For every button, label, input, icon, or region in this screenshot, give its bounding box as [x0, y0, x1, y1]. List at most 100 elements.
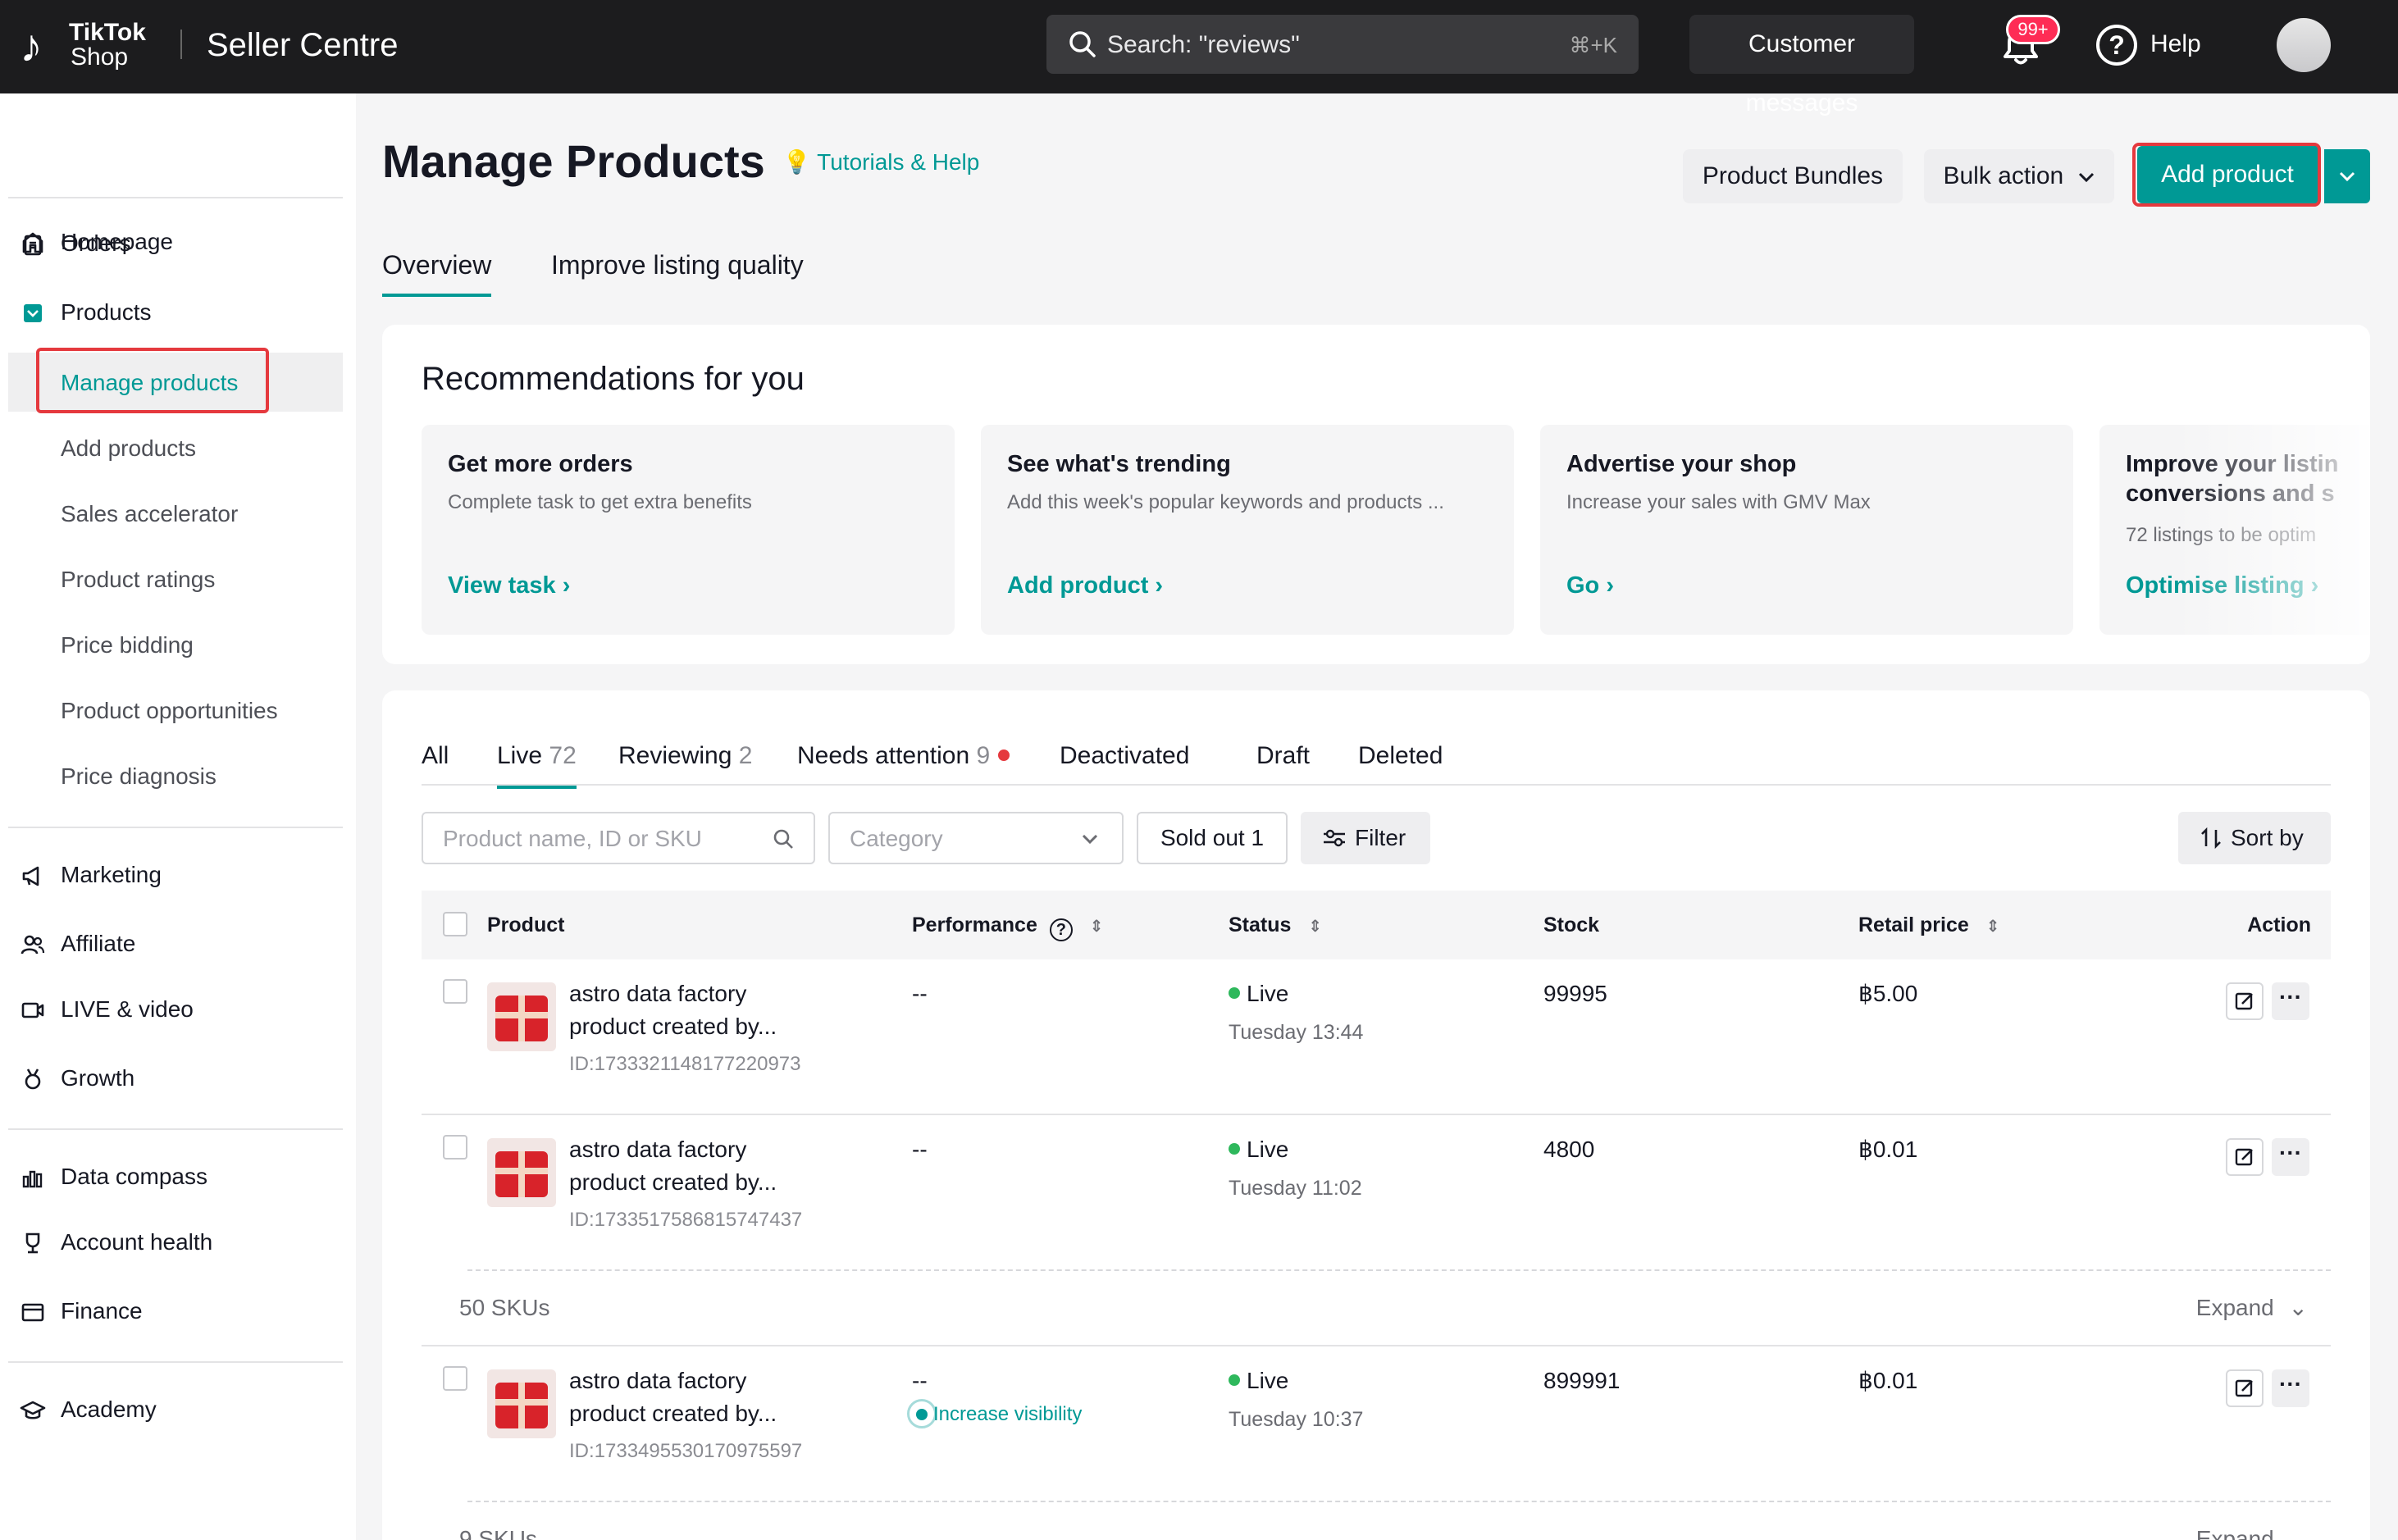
search-shortcut: ⌘+K	[1569, 33, 1617, 57]
sidebar-item-account-health[interactable]: Account health	[0, 1217, 356, 1266]
sidebar-item-label: LIVE & video	[61, 996, 194, 1022]
logo-text-shop: Shop	[71, 43, 129, 71]
more-actions-button[interactable]: ···	[2272, 1369, 2309, 1407]
sidebar-item-label: Products	[61, 299, 152, 325]
app-title: Seller Centre	[207, 27, 399, 63]
product-thumbnail[interactable]	[487, 982, 556, 1051]
product-name[interactable]: astro data factory product created by...	[569, 977, 823, 1043]
row-checkbox[interactable]	[443, 1366, 467, 1391]
add-product-link[interactable]: Add product ›	[1007, 569, 1163, 602]
tab-deleted[interactable]: Deleted	[1358, 740, 1443, 772]
tiktok-shop-logo[interactable]: ♪ TikTok Shop	[20, 18, 151, 71]
avatar[interactable]	[2277, 18, 2331, 72]
sidebar-item-live-video[interactable]: LIVE & video	[0, 984, 356, 1033]
sidebar-subitem-product-ratings[interactable]: Product ratings	[0, 554, 356, 604]
products-card: All Live 72 Reviewing 2 Needs attention …	[382, 690, 2370, 1540]
status-label: Live	[1247, 1137, 1289, 1162]
sidebar-item-data-compass[interactable]: Data compass	[0, 1151, 356, 1201]
sidebar-item-orders[interactable]: Orders	[0, 218, 356, 267]
help-icon[interactable]: ?	[2096, 25, 2137, 66]
product-thumbnail[interactable]	[487, 1138, 556, 1207]
ellipsis-icon: ···	[2279, 984, 2302, 1009]
recommendation-desc: Increase your sales with GMV Max	[1566, 491, 1871, 513]
sidebar-item-products[interactable]: Products	[0, 287, 356, 336]
sidebar-item-academy[interactable]: Academy	[0, 1384, 356, 1433]
tab-deactivated[interactable]: Deactivated	[1060, 740, 1189, 772]
tab-overview[interactable]: Overview	[382, 246, 492, 297]
sidebar-subitem-add-products[interactable]: Add products	[0, 423, 356, 472]
edit-button[interactable]	[2226, 1369, 2264, 1407]
product-thumbnail[interactable]	[487, 1369, 556, 1438]
product-name[interactable]: astro data factory product created by...	[569, 1365, 823, 1430]
sidebar-subitem-sales-accelerator[interactable]: Sales accelerator	[0, 489, 356, 538]
sort-by-button[interactable]: Sort by	[2178, 812, 2331, 864]
sidebar-subitem-price-diagnosis[interactable]: Price diagnosis	[0, 751, 356, 800]
tab-improve-listing-quality[interactable]: Improve listing quality	[551, 246, 804, 284]
users-icon	[21, 935, 45, 955]
filter-button[interactable]: Filter	[1301, 812, 1430, 864]
recommendation-desc: Complete task to get extra benefits	[448, 491, 752, 513]
alert-dot	[998, 749, 1010, 761]
tab-live[interactable]: Live 72	[497, 740, 577, 789]
sort-arrows-icon[interactable]: ⇕	[1308, 918, 1322, 936]
column-label: Performance	[912, 914, 1037, 936]
view-task-link[interactable]: View task ›	[448, 569, 570, 602]
sort-by-label: Sort by	[2231, 825, 2304, 850]
expand-button[interactable]: Expand ⌄	[2196, 1524, 2308, 1540]
product-search-input[interactable]: Product name, ID or SKU	[422, 812, 815, 864]
tab-reviewing[interactable]: Reviewing 2	[618, 740, 752, 772]
sidebar-subitem-product-opportunities[interactable]: Product opportunities	[0, 686, 356, 735]
edit-icon	[2235, 1148, 2253, 1166]
edit-button[interactable]	[2226, 1138, 2264, 1176]
sidebar-subitem-manage-products[interactable]: Manage products	[8, 348, 343, 413]
tab-needs-attention[interactable]: Needs attention 9	[797, 740, 1010, 772]
active-tab-underline	[497, 786, 577, 789]
customer-messages-button[interactable]: Customer messages	[1689, 15, 1914, 116]
column-retail-price[interactable]: Retail price ⇕	[1858, 910, 2000, 941]
product-stock: 4800	[1543, 1137, 1595, 1162]
tab-all[interactable]: All	[422, 740, 449, 772]
category-placeholder: Category	[850, 826, 943, 851]
recommendation-advertise: Advertise your shop Increase your sales …	[1540, 425, 2073, 635]
sku-count: 50 SKUs	[459, 1295, 550, 1320]
info-icon[interactable]: ?	[1049, 918, 1073, 941]
global-search-input[interactable]: Search: "reviews" ⌘+K	[1046, 15, 1639, 74]
bulk-action-button[interactable]: Bulk action	[1924, 149, 2114, 203]
tab-count: 72	[549, 742, 577, 769]
search-icon	[1069, 31, 1096, 57]
edit-button[interactable]	[2226, 982, 2264, 1020]
category-select[interactable]: Category	[828, 812, 1124, 864]
tutorials-help-link[interactable]: 💡 Tutorials & Help	[782, 146, 979, 179]
go-link[interactable]: Go ›	[1566, 569, 1614, 602]
column-status[interactable]: Status ⇕	[1229, 910, 1322, 941]
expand-button[interactable]: Expand ⌄	[2196, 1292, 2308, 1324]
row-checkbox[interactable]	[443, 979, 467, 1004]
sidebar-subitem-price-bidding[interactable]: Price bidding	[0, 620, 356, 669]
sidebar-item-growth[interactable]: Growth	[0, 1053, 356, 1102]
recommendations-card: Recommendations for you Get more orders …	[382, 325, 2370, 664]
increase-visibility-link[interactable]: Increase visibility	[907, 1399, 1082, 1428]
edit-icon	[2235, 992, 2253, 1010]
sidebar-item-affiliate[interactable]: Affiliate	[0, 918, 356, 968]
product-bundles-button[interactable]: Product Bundles	[1683, 149, 1903, 203]
help-link[interactable]: Help	[2150, 28, 2201, 61]
select-all-checkbox[interactable]	[443, 912, 467, 936]
sidebar-item-finance[interactable]: Finance	[0, 1286, 356, 1335]
sold-out-filter-button[interactable]: Sold out 1	[1137, 812, 1288, 864]
sort-arrows-icon[interactable]: ⇕	[1986, 918, 2000, 936]
tab-label: Overview	[382, 250, 492, 280]
tab-label: Live	[497, 742, 543, 769]
graduation-cap-icon	[20, 1401, 46, 1419]
status-time: Tuesday 11:02	[1229, 1177, 1362, 1200]
more-actions-button[interactable]: ···	[2272, 1138, 2309, 1176]
product-name[interactable]: astro data factory product created by...	[569, 1133, 823, 1199]
column-performance[interactable]: Performance ? ⇕	[912, 910, 1104, 941]
add-product-dropdown-button[interactable]	[2324, 149, 2370, 203]
sort-arrows-icon[interactable]: ⇕	[1090, 918, 1104, 936]
sidebar-item-label: Account health	[61, 1229, 213, 1255]
row-checkbox[interactable]	[443, 1135, 467, 1160]
more-actions-button[interactable]: ···	[2272, 982, 2309, 1020]
tab-draft[interactable]: Draft	[1256, 740, 1310, 772]
sidebar-item-marketing[interactable]: Marketing	[0, 850, 356, 899]
megaphone-icon	[22, 866, 39, 886]
